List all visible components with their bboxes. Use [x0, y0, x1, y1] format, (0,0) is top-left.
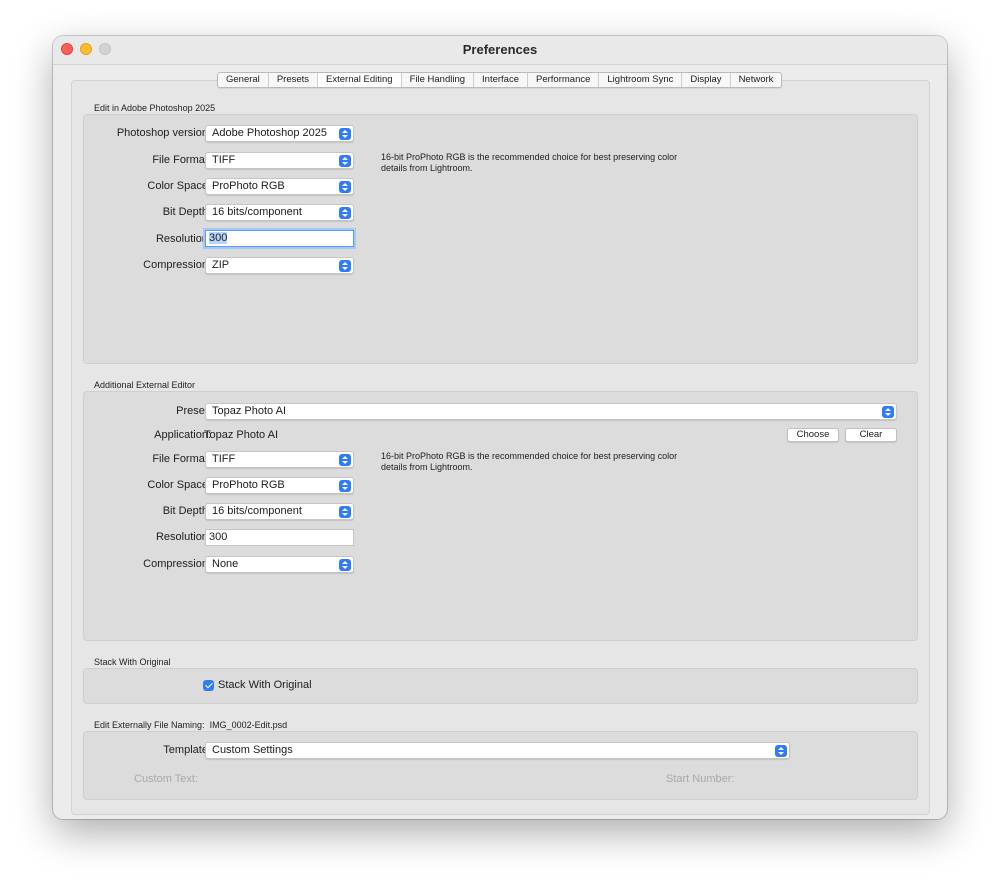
popup-stepper-icon: [882, 405, 894, 418]
stack-section-title: Stack With Original: [94, 657, 171, 667]
tab-performance[interactable]: Performance: [528, 73, 600, 87]
ps-compression-label: Compression:: [143, 259, 211, 271]
ae-resolution-input[interactable]: 300: [205, 529, 354, 546]
tab-file-handling[interactable]: File Handling: [402, 73, 475, 87]
popup-stepper-icon: [339, 259, 351, 272]
ps-color-space-label: Color Space:: [147, 180, 211, 192]
preset-popup[interactable]: Topaz Photo AI: [205, 403, 897, 420]
preferences-content: Edit in Adobe Photoshop 2025 Photoshop v…: [71, 80, 930, 815]
choose-button[interactable]: Choose: [787, 428, 839, 442]
ae-compression-label: Compression:: [143, 558, 211, 570]
ae-resolution-label: Resolution:: [155, 531, 211, 543]
preferences-tab-bar: General Presets External Editing File Ha…: [217, 72, 783, 88]
ae-file-format-popup[interactable]: TIFF: [205, 451, 354, 468]
ae-compression-popup[interactable]: None: [205, 556, 354, 573]
tab-display[interactable]: Display: [682, 73, 731, 87]
popup-stepper-icon: [339, 154, 351, 167]
ps-compression-popup[interactable]: ZIP: [205, 257, 354, 274]
popup-stepper-icon: [339, 180, 351, 193]
ae-bit-depth-label: Bit Depth:: [162, 505, 211, 517]
template-popup[interactable]: Custom Settings: [205, 742, 790, 759]
preferences-window: Preferences Edit in Adobe Photoshop 2025…: [53, 36, 947, 819]
tab-external-editing[interactable]: External Editing: [318, 73, 402, 87]
ps-resolution-label: Resolution:: [155, 233, 211, 245]
popup-stepper-icon: [339, 558, 351, 571]
start-number-label: Start Number:: [666, 773, 735, 785]
clear-button[interactable]: Clear: [845, 428, 897, 442]
ps-file-format-label: File Format:: [152, 154, 211, 166]
additional-section-title: Additional External Editor: [94, 380, 196, 390]
photoshop-section-title: Edit in Adobe Photoshop 2025: [94, 103, 216, 113]
ae-recommendation-note: 16-bit ProPhoto RGB is the recommended c…: [381, 451, 678, 472]
naming-section-title: Edit Externally File Naming: IMG_0002-Ed…: [94, 720, 288, 730]
tab-lightroom-sync[interactable]: Lightroom Sync: [599, 73, 683, 87]
popup-stepper-icon: [775, 744, 787, 757]
popup-stepper-icon: [339, 453, 351, 466]
stack-with-original-checkbox[interactable]: [203, 680, 214, 691]
title-bar[interactable]: Preferences: [53, 36, 947, 65]
template-label: Template:: [163, 744, 211, 756]
ps-bit-depth-popup[interactable]: 16 bits/component: [205, 204, 354, 221]
ps-file-format-popup[interactable]: TIFF: [205, 152, 354, 169]
tab-general[interactable]: General: [218, 73, 269, 87]
popup-stepper-icon: [339, 206, 351, 219]
photoshop-version-popup[interactable]: Adobe Photoshop 2025: [205, 125, 354, 142]
window-title: Preferences: [462, 42, 538, 57]
application-value: Topaz Photo AI: [204, 429, 278, 441]
ps-color-space-popup[interactable]: ProPhoto RGB: [205, 178, 354, 195]
custom-text-label: Custom Text:: [134, 773, 198, 785]
ae-bit-depth-popup[interactable]: 16 bits/component: [205, 503, 354, 520]
tab-network[interactable]: Network: [731, 73, 782, 87]
ae-file-format-label: File Format:: [152, 453, 211, 465]
popup-stepper-icon: [339, 479, 351, 492]
application-label: Application:: [154, 429, 211, 441]
tab-interface[interactable]: Interface: [474, 73, 528, 87]
ae-color-space-label: Color Space:: [147, 479, 211, 491]
tab-presets[interactable]: Presets: [269, 73, 319, 87]
ps-resolution-input[interactable]: 300: [205, 230, 354, 247]
popup-stepper-icon: [339, 505, 351, 518]
naming-example: IMG_0002-Edit.psd: [209, 720, 288, 730]
ps-recommendation-note: 16-bit ProPhoto RGB is the recommended c…: [381, 152, 678, 173]
photoshop-version-label: Photoshop version:: [116, 127, 211, 139]
popup-stepper-icon: [339, 127, 351, 140]
stack-with-original-label[interactable]: Stack With Original: [218, 679, 312, 691]
ae-color-space-popup[interactable]: ProPhoto RGB: [205, 477, 354, 494]
ps-bit-depth-label: Bit Depth:: [162, 206, 211, 218]
